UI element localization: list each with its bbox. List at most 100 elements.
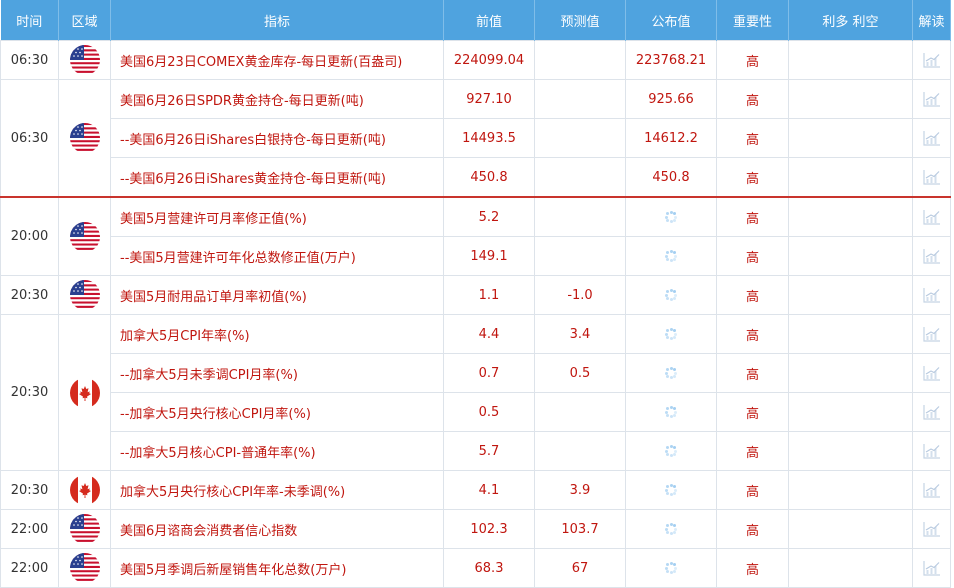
importance-value: 高 — [716, 196, 789, 237]
impact-cell — [788, 470, 913, 510]
table-row: 20:00 美国5月营建许可月率修正值(%) 5.2 高 — [0, 196, 951, 276]
importance-value: 高 — [716, 118, 789, 158]
forecast-value: 67 — [534, 548, 626, 588]
loading-spinner-icon — [665, 328, 677, 340]
loading-spinner-icon — [665, 484, 677, 496]
loading-spinner-icon — [665, 406, 677, 418]
impact-cell — [788, 314, 913, 354]
chart-icon[interactable] — [922, 405, 941, 420]
impact-cell — [788, 353, 913, 393]
interpret-cell[interactable] — [912, 275, 951, 315]
importance-value: 高 — [716, 470, 789, 510]
loading-spinner-icon — [665, 289, 677, 301]
calendar-body: 06:30 美国6月23日COMEX黄金库存-每日更新(百盎司) 224099.04… — [0, 40, 951, 588]
forecast-value — [534, 79, 626, 119]
prev-value: 5.7 — [443, 431, 535, 471]
indicator-cell[interactable]: 美国6月谘商会消费者信心指数 — [110, 509, 444, 549]
chart-icon[interactable] — [922, 53, 941, 68]
interpret-cell[interactable] — [912, 392, 951, 432]
table-row: 20:30 美国5月耐用品订单月率初值(%) 1.1 -1.0 高 — [0, 275, 951, 315]
interpret-cell[interactable] — [912, 157, 951, 198]
chart-icon[interactable] — [922, 366, 941, 381]
us-flag-icon — [69, 45, 100, 75]
chart-icon[interactable] — [922, 483, 941, 498]
interpret-cell[interactable] — [912, 548, 951, 588]
chart-icon[interactable] — [922, 288, 941, 303]
indicator-cell[interactable]: 加拿大5月央行核心CPI年率-未季调(%) — [110, 470, 444, 510]
impact-cell — [788, 157, 913, 198]
interpret-cell[interactable] — [912, 470, 951, 510]
prev-value: 224099.04 — [443, 40, 535, 80]
actual-value — [625, 509, 717, 549]
actual-value — [625, 392, 717, 432]
time-cell: 20:30 — [0, 314, 59, 471]
indicator-cell[interactable]: --加拿大5月未季调CPI月率(%) — [110, 353, 444, 393]
interpret-cell[interactable] — [912, 236, 951, 276]
region-cell — [58, 196, 111, 276]
interpret-cell[interactable] — [912, 353, 951, 393]
forecast-value: 3.9 — [534, 470, 626, 510]
loading-spinner-icon — [665, 211, 677, 223]
table-row: --加拿大5月未季调CPI月率(%) 0.7 0.5 高 — [1, 353, 951, 393]
indicator-cell[interactable]: 美国6月23日COMEX黄金库存-每日更新(百盎司) — [110, 40, 444, 80]
region-cell — [58, 40, 111, 80]
actual-value — [625, 353, 717, 393]
interpret-cell[interactable] — [912, 509, 951, 549]
chart-icon[interactable] — [922, 210, 941, 225]
prev-value: 1.1 — [443, 275, 535, 315]
prev-value: 14493.5 — [443, 118, 535, 158]
impact-cell — [788, 79, 913, 119]
chart-icon[interactable] — [922, 249, 941, 264]
chart-icon[interactable] — [922, 170, 941, 185]
interpret-cell[interactable] — [912, 118, 951, 158]
region-cell — [58, 275, 111, 315]
time-cell: 20:30 — [0, 275, 59, 315]
indicator-cell[interactable]: 美国5月季调后新屋销售年化总数(万户) — [110, 548, 444, 588]
indicator-cell[interactable]: --加拿大5月央行核心CPI月率(%) — [110, 392, 444, 432]
indicator-cell[interactable]: --美国6月26日iShares黄金持仓-每日更新(吨) — [110, 157, 444, 198]
impact-cell — [788, 392, 913, 432]
impact-cell — [788, 40, 913, 80]
indicator-cell[interactable]: --美国5月营建许可年化总数修正值(万户) — [110, 236, 444, 276]
prev-value: 4.1 — [443, 470, 535, 510]
importance-value: 高 — [716, 275, 789, 315]
indicator-cell[interactable]: 美国6月26日SPDR黄金持仓-每日更新(吨) — [110, 79, 444, 119]
loading-spinner-icon — [665, 523, 677, 535]
actual-value — [625, 275, 717, 315]
actual-value: 14612.2 — [625, 118, 717, 158]
chart-icon[interactable] — [922, 327, 941, 342]
importance-value: 高 — [716, 236, 789, 276]
interpret-cell[interactable] — [912, 431, 951, 471]
actual-value — [625, 470, 717, 510]
chart-icon[interactable] — [922, 131, 941, 146]
indicator-cell[interactable]: 美国5月营建许可月率修正值(%) — [110, 196, 444, 237]
forecast-value — [534, 392, 626, 432]
region-cell — [58, 548, 111, 588]
interpret-cell[interactable] — [912, 314, 951, 354]
chart-icon[interactable] — [922, 444, 941, 459]
region-cell — [58, 79, 111, 198]
header-time: 时间 — [0, 0, 59, 41]
chart-icon[interactable] — [922, 561, 941, 576]
indicator-cell[interactable]: 加拿大5月CPI年率(%) — [110, 314, 444, 354]
chart-icon[interactable] — [922, 522, 941, 537]
header-indicator: 指标 — [110, 0, 444, 41]
importance-value: 高 — [716, 431, 789, 471]
indicator-cell[interactable]: 美国5月耐用品订单月率初值(%) — [110, 275, 444, 315]
us-flag-icon — [69, 221, 100, 252]
forecast-value — [534, 118, 626, 158]
canada-flag-icon — [69, 475, 100, 505]
interpret-cell[interactable] — [912, 79, 951, 119]
chart-icon[interactable] — [922, 92, 941, 107]
impact-cell — [788, 118, 913, 158]
interpret-cell[interactable] — [912, 40, 951, 80]
header-importance: 重要性 — [716, 0, 789, 41]
indicator-cell[interactable]: --加拿大5月核心CPI-普通年率(%) — [110, 431, 444, 471]
forecast-value — [534, 236, 626, 276]
interpret-cell[interactable] — [912, 196, 951, 237]
time-cell: 20:00 — [0, 196, 59, 276]
table-row: --美国6月26日iShares白银持仓-每日更新(吨) 14493.5 14612… — [1, 118, 951, 158]
calendar-table: 时间 区域 指标 前值 预测值 公布值 重要性 利多 利空 解读 06:30 美国… — [0, 0, 951, 588]
indicator-cell[interactable]: --美国6月26日iShares白银持仓-每日更新(吨) — [110, 118, 444, 158]
actual-value: 925.66 — [625, 79, 717, 119]
